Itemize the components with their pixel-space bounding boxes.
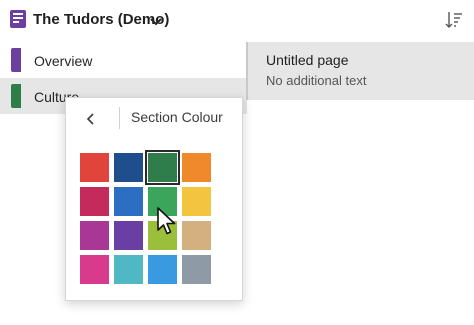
colour-swatch[interactable] — [182, 187, 211, 216]
mouse-pointer-icon — [156, 206, 180, 238]
sort-icon[interactable] — [445, 10, 463, 30]
chevron-left-icon[interactable] — [80, 108, 102, 130]
flyout-separator — [119, 107, 120, 129]
section-item-overview[interactable]: Overview — [0, 42, 247, 78]
section-tab-icon — [11, 84, 21, 108]
colour-swatch[interactable] — [182, 221, 211, 250]
flyout-title: Section Colour — [131, 109, 223, 125]
colour-swatch[interactable] — [148, 255, 177, 284]
colour-swatch[interactable] — [182, 153, 211, 182]
colour-swatch-grid — [80, 150, 214, 284]
page-title: Untitled page — [266, 52, 349, 68]
colour-swatch[interactable] — [80, 187, 109, 216]
colour-swatch[interactable] — [80, 153, 109, 182]
notebook-title[interactable]: The Tudors (Demo) — [33, 11, 169, 28]
colour-swatch[interactable] — [182, 255, 211, 284]
colour-swatch[interactable] — [80, 255, 109, 284]
section-colour-flyout: Section Colour — [65, 97, 243, 301]
colour-swatch[interactable] — [80, 221, 109, 250]
colour-swatch[interactable] — [114, 255, 143, 284]
colour-swatch[interactable] — [114, 153, 143, 182]
page-item[interactable]: Untitled page No additional text — [248, 42, 474, 100]
notebook-icon — [10, 10, 26, 28]
pages-pane: Untitled page No additional text — [248, 42, 474, 325]
colour-swatch[interactable] — [114, 221, 143, 250]
notebook-header: The Tudors (Demo) — [0, 0, 474, 42]
colour-swatch[interactable] — [145, 150, 180, 185]
section-tab-icon — [11, 48, 21, 72]
section-label: Overview — [34, 53, 93, 69]
chevron-down-icon[interactable] — [150, 14, 162, 26]
colour-swatch[interactable] — [114, 187, 143, 216]
page-preview: No additional text — [266, 73, 367, 88]
